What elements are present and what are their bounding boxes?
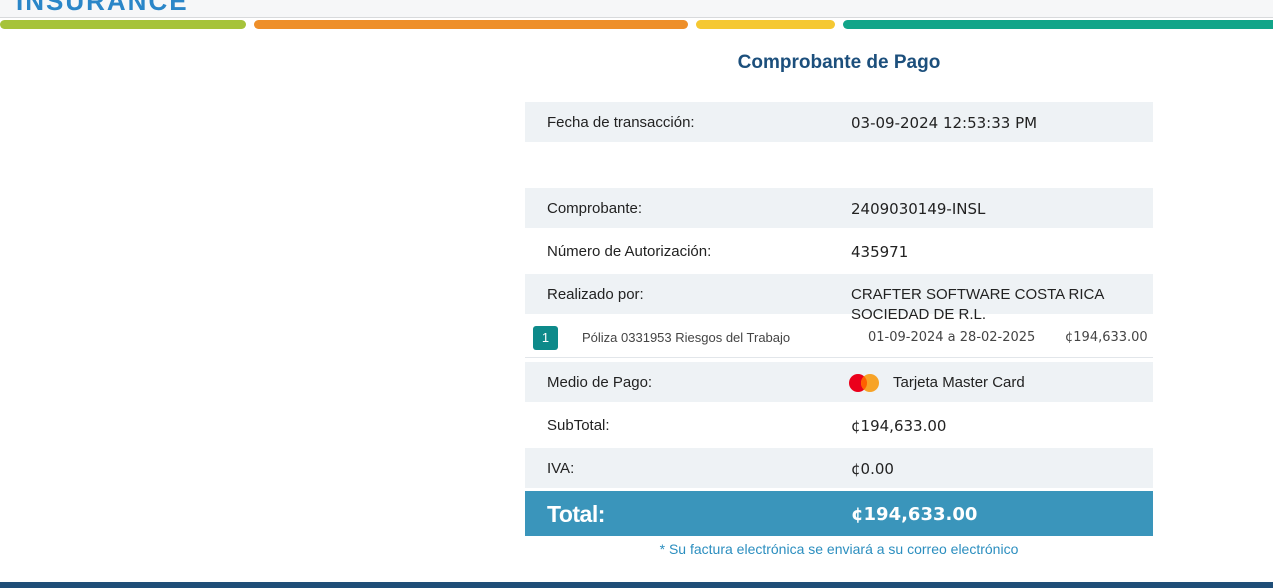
tax-value: ¢0.00 bbox=[851, 460, 894, 478]
voucher-label: Comprobante: bbox=[547, 200, 643, 217]
payment-method-row: Medio de Pago: Tarjeta Master Card bbox=[525, 362, 1153, 402]
item-number-badge: 1 bbox=[533, 326, 558, 350]
stripe-teal bbox=[843, 20, 1273, 29]
payment-method-label: Medio de Pago: bbox=[547, 374, 653, 391]
item-period: 01-09-2024 a 28-02-2025 bbox=[868, 330, 1036, 345]
transaction-date-row: Fecha de transacción: 03-09-2024 12:53:3… bbox=[525, 102, 1153, 142]
subtotal-row: SubTotal: ¢194,633.00 bbox=[525, 405, 1153, 445]
policy-item-row: 1 Póliza 0331953 Riesgos del Trabajo 01-… bbox=[525, 318, 1153, 358]
mastercard-icon bbox=[849, 374, 879, 392]
company-logo[interactable]: INSURANCE bbox=[16, 0, 189, 17]
total-row: Total: ¢194,633.00 bbox=[525, 491, 1153, 536]
authorization-label: Número de Autorización: bbox=[547, 243, 712, 260]
payment-method-value: Tarjeta Master Card bbox=[893, 374, 1025, 391]
receipt-page: INSURANCE Comprobante de Pago Fecha de t… bbox=[0, 0, 1273, 588]
page-footer bbox=[0, 582, 1273, 588]
voucher-row: Comprobante: 2409030149-INSL bbox=[525, 188, 1153, 228]
item-description: Póliza 0331953 Riesgos del Trabajo bbox=[582, 330, 791, 345]
page-title: Comprobante de Pago bbox=[737, 52, 941, 73]
voucher-value: 2409030149-INSL bbox=[851, 200, 986, 218]
transaction-date-value: 03-09-2024 12:53:33 PM bbox=[851, 114, 1038, 132]
stripe-green bbox=[0, 20, 246, 29]
brand-stripes bbox=[0, 20, 1273, 29]
total-value: ¢194,633.00 bbox=[851, 504, 978, 525]
item-amount: ¢194,633.00 bbox=[1065, 330, 1148, 345]
total-label: Total: bbox=[547, 501, 605, 527]
e-invoice-note: * Su factura electrónica se enviará a su… bbox=[659, 541, 1019, 557]
stripe-orange bbox=[254, 20, 688, 29]
top-header: INSURANCE bbox=[0, 0, 1273, 18]
made-by-row: Realizado por: CRAFTER SOFTWARE COSTA RI… bbox=[525, 274, 1153, 323]
tax-row: IVA: ¢0.00 bbox=[525, 448, 1153, 488]
stripe-yellow bbox=[696, 20, 835, 29]
tax-label: IVA: bbox=[547, 460, 575, 477]
made-by-label: Realizado por: bbox=[547, 286, 644, 303]
authorization-value: 435971 bbox=[851, 243, 909, 261]
subtotal-label: SubTotal: bbox=[547, 417, 610, 434]
authorization-row: Número de Autorización: 435971 bbox=[525, 231, 1153, 271]
subtotal-value: ¢194,633.00 bbox=[851, 417, 947, 435]
transaction-date-label: Fecha de transacción: bbox=[547, 114, 695, 131]
